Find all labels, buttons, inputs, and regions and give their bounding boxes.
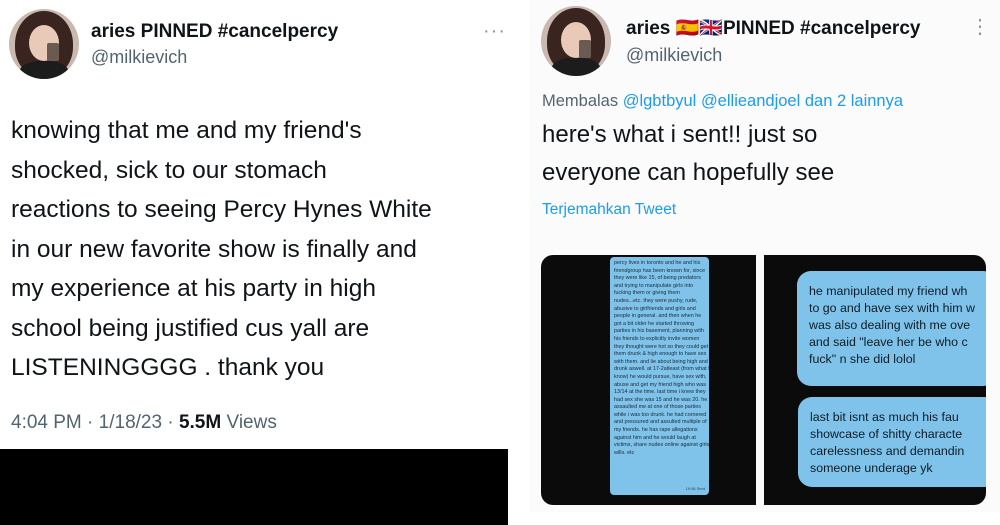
left-tweet-line: knowing that me and my friend's — [11, 117, 362, 144]
reply-user-link[interactable]: @ellieandjoel — [701, 92, 800, 110]
bubble-line: fuck" n she did lolol — [809, 352, 916, 366]
reply-context: Membalas @lgbtbyul @ellieandjoel dan 2 l… — [542, 92, 903, 111]
reply-others-link[interactable]: dan 2 lainnya — [805, 92, 903, 110]
bottom-strip — [530, 512, 1000, 525]
left-author-avatar[interactable] — [9, 9, 79, 79]
left-tweet-line: shocked, sick to our stomach — [11, 156, 327, 184]
message-line: nudes...etc. they were pushy, rude, — [614, 297, 698, 304]
right-tweet-panel: aries 🇪🇸🇬🇧PINNED #cancelpercy @milkievic… — [530, 0, 1000, 525]
message-line: 13/14 at the time. last time i knew they — [614, 389, 706, 396]
attached-image-1[interactable]: percy lives in toronto and he and his fri… — [541, 255, 756, 505]
left-tweet-line: LISTENINGGGG . thank you — [11, 354, 325, 381]
left-tweet-time[interactable]: 4:04 PM — [11, 412, 82, 433]
message-line: drunk aswell. at 17-2atleast (from what … — [614, 366, 710, 373]
left-tweet-line: reactions to seeing Percy Hynes White — [11, 196, 432, 223]
message-line: with them. and lie about being high and — [614, 358, 708, 365]
left-tweet-text: knowing that me and my friend's shocked,… — [11, 111, 506, 388]
reply-user-link[interactable]: @lgbtbyul — [623, 92, 697, 110]
message-line: against him and he would laugh at — [614, 434, 696, 441]
message-line: wills. etc — [614, 449, 635, 456]
message-line: percy lives in toronto and he and his — [614, 260, 701, 266]
message-line: victims, share nudes online against girl… — [614, 442, 710, 449]
left-views-label: Views — [226, 412, 277, 433]
message-line: abuse and get my friend high who was — [614, 381, 706, 388]
bubble-line: and said "leave her be who c — [809, 335, 968, 349]
message-line: my friends. he has rape allegations — [614, 427, 698, 434]
message-line: people in general. and then when he — [614, 313, 702, 320]
message-line: abusive to girlfriends and girls and — [614, 305, 696, 312]
message-line: got a bit older he started throwing — [614, 320, 695, 327]
message-line: know) he would pursue, have sex with, — [614, 373, 707, 380]
right-author-name[interactable]: aries 🇪🇸🇬🇧PINNED #cancelpercy — [626, 16, 920, 40]
left-tweet-line: my experience at his party in high — [11, 275, 376, 302]
message-line: fucking them or giving them — [614, 290, 680, 297]
reply-prefix: Membalas — [542, 92, 619, 110]
message-line: assaulted me at one of those parties — [614, 404, 701, 411]
right-author-handle[interactable]: @milkievich — [626, 45, 722, 66]
message-time: 19:56 Sent — [685, 486, 705, 492]
left-author-name[interactable]: aries PINNED #cancelpercy — [91, 21, 338, 43]
message-line: parties in his basement, planning with — [614, 328, 704, 335]
meta-separator: · — [87, 412, 94, 433]
left-tweet-line: school being justified cus yall are — [11, 314, 370, 342]
message-line: friendgroup has been known for, since — [614, 267, 706, 274]
message-line: they thought were hot so they could get — [614, 343, 709, 350]
bubble-line: to go and have sex with him w — [809, 301, 975, 315]
bubble-line: carelessness and demandin — [810, 444, 965, 458]
panel-divider — [508, 0, 530, 525]
message-line: they were like 15, of being predators — [614, 275, 701, 282]
message-line: while i was too drunk. he had cornered — [614, 411, 707, 418]
right-tweet-text: here's what i sent!! just so everyone ca… — [542, 116, 834, 192]
left-tweet-meta: 4:04 PM · 1/18/23 · 5.5M Views — [11, 412, 277, 434]
message-line: and pressured and assulted multiple of — [614, 419, 707, 426]
left-views-count[interactable]: 5.5M — [179, 412, 221, 433]
left-tweet-panel: aries PINNED #cancelpercy @milkievich ··… — [0, 0, 508, 525]
message-line: had sex she was 15 and he was 20. he — [614, 396, 708, 403]
left-tweet-line: in our new favorite show is finally and — [11, 235, 417, 263]
meta-separator: · — [167, 412, 174, 433]
right-more-options-icon[interactable]: ⋮ — [970, 14, 991, 39]
message-line: them drunk & high enough to have sex — [614, 351, 707, 358]
right-tweet-line: everyone can hopefully see — [542, 159, 835, 186]
message-bubble-2: last bit isnt as much his fau showcase o… — [798, 397, 986, 487]
black-bar — [0, 449, 508, 525]
translate-tweet-link[interactable]: Terjemahkan Tweet — [542, 201, 676, 219]
message-bubble-1: he manipulated my friend wh to go and ha… — [797, 271, 986, 386]
message-line: and trying to manipulate girls into — [614, 282, 694, 289]
bubble-line: he manipulated my friend wh — [809, 284, 968, 298]
bubble-line: someone underage yk — [810, 461, 933, 475]
right-author-avatar[interactable] — [541, 6, 611, 76]
bubble-line: was also dealing with me ove — [809, 318, 971, 332]
left-tweet-date[interactable]: 1/18/23 — [99, 412, 162, 433]
bubble-line: last bit isnt as much his fau — [810, 410, 959, 424]
left-more-options-icon[interactable]: ··· — [483, 20, 506, 43]
message-bubble-long: percy lives in toronto and he and his fri… — [610, 257, 710, 495]
attached-image-2[interactable]: he manipulated my friend wh to go and ha… — [764, 255, 986, 505]
right-tweet-line: here's what i sent!! just so — [542, 121, 818, 148]
left-author-handle[interactable]: @milkievich — [91, 47, 187, 68]
message-line: his friends to explicitly invite women — [614, 335, 700, 342]
bubble-line: showcase of shitty characte — [810, 427, 963, 441]
